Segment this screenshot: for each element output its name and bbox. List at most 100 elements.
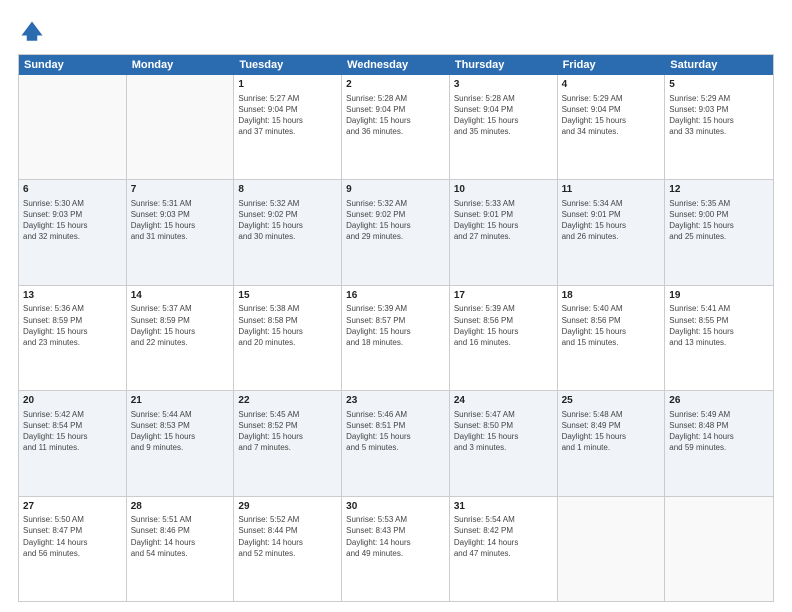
cal-cell: 29Sunrise: 5:52 AM Sunset: 8:44 PM Dayli… (234, 497, 342, 601)
cal-cell: 25Sunrise: 5:48 AM Sunset: 8:49 PM Dayli… (558, 391, 666, 495)
cal-cell: 10Sunrise: 5:33 AM Sunset: 9:01 PM Dayli… (450, 180, 558, 284)
day-number: 15 (238, 289, 337, 303)
header-day-friday: Friday (558, 55, 666, 75)
cal-cell: 1Sunrise: 5:27 AM Sunset: 9:04 PM Daylig… (234, 75, 342, 179)
cal-cell: 17Sunrise: 5:39 AM Sunset: 8:56 PM Dayli… (450, 286, 558, 390)
cal-cell: 15Sunrise: 5:38 AM Sunset: 8:58 PM Dayli… (234, 286, 342, 390)
header-day-thursday: Thursday (450, 55, 558, 75)
day-number: 27 (23, 500, 122, 514)
logo-icon (18, 18, 46, 46)
cell-info: Sunrise: 5:49 AM Sunset: 8:48 PM Dayligh… (669, 409, 769, 454)
week-row-5: 27Sunrise: 5:50 AM Sunset: 8:47 PM Dayli… (19, 497, 773, 601)
day-number: 6 (23, 183, 122, 197)
day-number: 17 (454, 289, 553, 303)
day-number: 24 (454, 394, 553, 408)
day-number: 8 (238, 183, 337, 197)
day-number: 9 (346, 183, 445, 197)
cal-cell: 9Sunrise: 5:32 AM Sunset: 9:02 PM Daylig… (342, 180, 450, 284)
day-number: 23 (346, 394, 445, 408)
day-number: 5 (669, 78, 769, 92)
week-row-1: 1Sunrise: 5:27 AM Sunset: 9:04 PM Daylig… (19, 75, 773, 180)
cal-cell: 7Sunrise: 5:31 AM Sunset: 9:03 PM Daylig… (127, 180, 235, 284)
day-number: 12 (669, 183, 769, 197)
cal-cell: 8Sunrise: 5:32 AM Sunset: 9:02 PM Daylig… (234, 180, 342, 284)
cal-cell: 14Sunrise: 5:37 AM Sunset: 8:59 PM Dayli… (127, 286, 235, 390)
cal-cell: 24Sunrise: 5:47 AM Sunset: 8:50 PM Dayli… (450, 391, 558, 495)
day-number: 3 (454, 78, 553, 92)
cal-cell (19, 75, 127, 179)
page: SundayMondayTuesdayWednesdayThursdayFrid… (0, 0, 792, 612)
cal-cell: 18Sunrise: 5:40 AM Sunset: 8:56 PM Dayli… (558, 286, 666, 390)
week-row-3: 13Sunrise: 5:36 AM Sunset: 8:59 PM Dayli… (19, 286, 773, 391)
cell-info: Sunrise: 5:50 AM Sunset: 8:47 PM Dayligh… (23, 514, 122, 559)
cell-info: Sunrise: 5:42 AM Sunset: 8:54 PM Dayligh… (23, 409, 122, 454)
day-number: 31 (454, 500, 553, 514)
day-number: 13 (23, 289, 122, 303)
week-row-2: 6Sunrise: 5:30 AM Sunset: 9:03 PM Daylig… (19, 180, 773, 285)
cell-info: Sunrise: 5:30 AM Sunset: 9:03 PM Dayligh… (23, 198, 122, 243)
cell-info: Sunrise: 5:29 AM Sunset: 9:04 PM Dayligh… (562, 93, 661, 138)
header-day-sunday: Sunday (19, 55, 127, 75)
day-number: 21 (131, 394, 230, 408)
cal-cell: 28Sunrise: 5:51 AM Sunset: 8:46 PM Dayli… (127, 497, 235, 601)
cell-info: Sunrise: 5:32 AM Sunset: 9:02 PM Dayligh… (238, 198, 337, 243)
cell-info: Sunrise: 5:31 AM Sunset: 9:03 PM Dayligh… (131, 198, 230, 243)
day-number: 25 (562, 394, 661, 408)
cell-info: Sunrise: 5:40 AM Sunset: 8:56 PM Dayligh… (562, 303, 661, 348)
header-day-monday: Monday (127, 55, 235, 75)
cell-info: Sunrise: 5:39 AM Sunset: 8:57 PM Dayligh… (346, 303, 445, 348)
cell-info: Sunrise: 5:46 AM Sunset: 8:51 PM Dayligh… (346, 409, 445, 454)
cell-info: Sunrise: 5:35 AM Sunset: 9:00 PM Dayligh… (669, 198, 769, 243)
cal-cell: 2Sunrise: 5:28 AM Sunset: 9:04 PM Daylig… (342, 75, 450, 179)
day-number: 18 (562, 289, 661, 303)
cell-info: Sunrise: 5:45 AM Sunset: 8:52 PM Dayligh… (238, 409, 337, 454)
day-number: 26 (669, 394, 769, 408)
cal-cell: 20Sunrise: 5:42 AM Sunset: 8:54 PM Dayli… (19, 391, 127, 495)
day-number: 4 (562, 78, 661, 92)
cell-info: Sunrise: 5:33 AM Sunset: 9:01 PM Dayligh… (454, 198, 553, 243)
cal-cell: 27Sunrise: 5:50 AM Sunset: 8:47 PM Dayli… (19, 497, 127, 601)
cell-info: Sunrise: 5:28 AM Sunset: 9:04 PM Dayligh… (454, 93, 553, 138)
cal-cell: 6Sunrise: 5:30 AM Sunset: 9:03 PM Daylig… (19, 180, 127, 284)
day-number: 11 (562, 183, 661, 197)
logo (18, 18, 50, 46)
day-number: 16 (346, 289, 445, 303)
cal-cell: 12Sunrise: 5:35 AM Sunset: 9:00 PM Dayli… (665, 180, 773, 284)
day-number: 2 (346, 78, 445, 92)
day-number: 1 (238, 78, 337, 92)
cell-info: Sunrise: 5:51 AM Sunset: 8:46 PM Dayligh… (131, 514, 230, 559)
calendar-body: 1Sunrise: 5:27 AM Sunset: 9:04 PM Daylig… (19, 75, 773, 601)
cell-info: Sunrise: 5:28 AM Sunset: 9:04 PM Dayligh… (346, 93, 445, 138)
cal-cell: 26Sunrise: 5:49 AM Sunset: 8:48 PM Dayli… (665, 391, 773, 495)
cal-cell: 4Sunrise: 5:29 AM Sunset: 9:04 PM Daylig… (558, 75, 666, 179)
day-number: 22 (238, 394, 337, 408)
cal-cell: 31Sunrise: 5:54 AM Sunset: 8:42 PM Dayli… (450, 497, 558, 601)
cal-cell (558, 497, 666, 601)
day-number: 19 (669, 289, 769, 303)
header (18, 18, 774, 46)
cell-info: Sunrise: 5:29 AM Sunset: 9:03 PM Dayligh… (669, 93, 769, 138)
day-number: 20 (23, 394, 122, 408)
cell-info: Sunrise: 5:52 AM Sunset: 8:44 PM Dayligh… (238, 514, 337, 559)
cal-cell: 21Sunrise: 5:44 AM Sunset: 8:53 PM Dayli… (127, 391, 235, 495)
cell-info: Sunrise: 5:37 AM Sunset: 8:59 PM Dayligh… (131, 303, 230, 348)
cal-cell: 23Sunrise: 5:46 AM Sunset: 8:51 PM Dayli… (342, 391, 450, 495)
cell-info: Sunrise: 5:34 AM Sunset: 9:01 PM Dayligh… (562, 198, 661, 243)
day-number: 10 (454, 183, 553, 197)
cell-info: Sunrise: 5:48 AM Sunset: 8:49 PM Dayligh… (562, 409, 661, 454)
cell-info: Sunrise: 5:47 AM Sunset: 8:50 PM Dayligh… (454, 409, 553, 454)
cell-info: Sunrise: 5:38 AM Sunset: 8:58 PM Dayligh… (238, 303, 337, 348)
cell-info: Sunrise: 5:54 AM Sunset: 8:42 PM Dayligh… (454, 514, 553, 559)
cell-info: Sunrise: 5:36 AM Sunset: 8:59 PM Dayligh… (23, 303, 122, 348)
cell-info: Sunrise: 5:39 AM Sunset: 8:56 PM Dayligh… (454, 303, 553, 348)
cal-cell: 19Sunrise: 5:41 AM Sunset: 8:55 PM Dayli… (665, 286, 773, 390)
header-day-tuesday: Tuesday (234, 55, 342, 75)
calendar-header: SundayMondayTuesdayWednesdayThursdayFrid… (19, 55, 773, 75)
day-number: 14 (131, 289, 230, 303)
cal-cell: 11Sunrise: 5:34 AM Sunset: 9:01 PM Dayli… (558, 180, 666, 284)
cell-info: Sunrise: 5:44 AM Sunset: 8:53 PM Dayligh… (131, 409, 230, 454)
cell-info: Sunrise: 5:27 AM Sunset: 9:04 PM Dayligh… (238, 93, 337, 138)
cell-info: Sunrise: 5:53 AM Sunset: 8:43 PM Dayligh… (346, 514, 445, 559)
day-number: 28 (131, 500, 230, 514)
cal-cell: 3Sunrise: 5:28 AM Sunset: 9:04 PM Daylig… (450, 75, 558, 179)
